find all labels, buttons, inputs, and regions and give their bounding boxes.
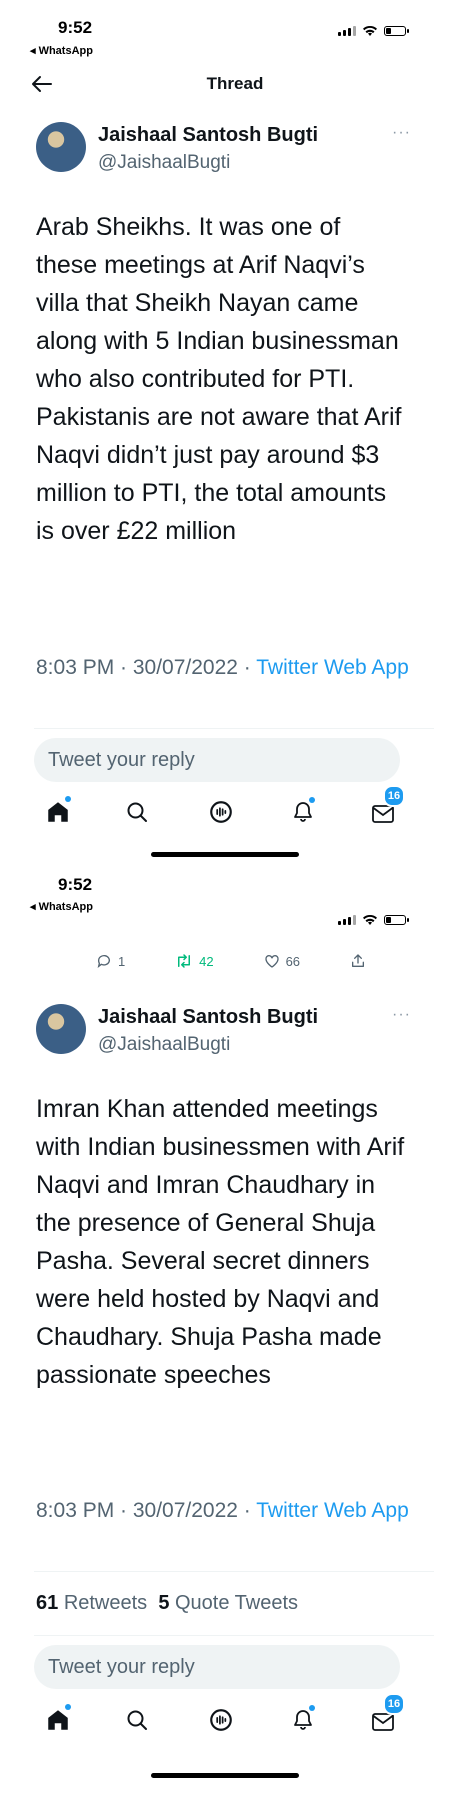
tweet-meta: 8:03 PM · 30/07/2022 · Twitter Web App — [36, 1496, 416, 1526]
tweet-meta: 8:03 PM · 30/07/2022 · Twitter Web App — [36, 653, 416, 683]
home-icon[interactable] — [43, 796, 73, 827]
reply-count: 1 — [118, 953, 126, 969]
notifications-dot — [309, 1705, 315, 1711]
author-handle[interactable]: @JaishaalBugti — [98, 152, 230, 174]
spaces-icon[interactable] — [206, 1705, 236, 1735]
reply-input[interactable]: Tweet your reply — [34, 738, 400, 782]
bottom-nav: 16 — [0, 1693, 470, 1743]
tweet-stats: 61 Retweets 5 Quote Tweets — [36, 1592, 298, 1615]
battery-icon — [384, 915, 409, 925]
retweets-count: 61 — [36, 1592, 59, 1614]
status-icons — [338, 914, 409, 926]
author-name[interactable]: Jaishaal Santosh Bugti — [98, 1006, 318, 1029]
messages-badge: 16 — [383, 785, 405, 807]
home-notification-dot — [65, 1704, 71, 1710]
page-title: Thread — [206, 74, 264, 93]
divider — [34, 1635, 434, 1636]
like-icon — [264, 955, 279, 968]
quote-tweets-count: 5 — [158, 1592, 170, 1614]
home-indicator — [151, 852, 299, 857]
retweets-stat[interactable]: 61 Retweets — [36, 1592, 147, 1614]
retweets-label: Retweets — [63, 1592, 148, 1614]
retweet-action[interactable]: 42 — [175, 953, 214, 969]
avatar[interactable] — [36, 122, 86, 172]
back-to-whatsapp[interactable]: ◂ WhatsApp — [30, 900, 93, 913]
share-icon — [351, 954, 364, 967]
retweet-icon — [178, 954, 191, 968]
divider — [34, 728, 434, 729]
tweet-text: Imran Khan attended meetings with Indian… — [36, 1095, 405, 1389]
previous-tweet-actions: 1 42 66 — [96, 953, 366, 969]
messages-badge: 16 — [383, 1693, 405, 1715]
avatar[interactable] — [36, 1004, 86, 1054]
more-icon[interactable]: ··· — [392, 1006, 411, 1024]
cellular-signal-icon — [338, 26, 356, 36]
tweet-source[interactable]: Twitter Web App — [256, 656, 409, 679]
reply-input[interactable]: Tweet your reply — [34, 1645, 400, 1689]
home-indicator — [151, 1773, 299, 1778]
wifi-icon — [363, 914, 377, 925]
status-icons — [338, 25, 409, 37]
reply-action[interactable]: 1 — [96, 953, 125, 969]
notifications-dot — [309, 797, 315, 803]
search-icon[interactable] — [122, 797, 152, 827]
search-icon[interactable] — [122, 1705, 152, 1735]
reply-icon — [97, 955, 110, 968]
author-handle[interactable]: @JaishaalBugti — [98, 1034, 230, 1056]
spaces-icon[interactable] — [206, 797, 236, 827]
tweet-text: Arab Sheikhs. It was one of these meetin… — [36, 213, 402, 545]
quote-tweets-stat[interactable]: 5 Quote Tweets — [158, 1592, 298, 1614]
author-name[interactable]: Jaishaal Santosh Bugti — [98, 124, 318, 147]
like-count: 66 — [285, 953, 301, 969]
tweet-timestamp: 8:03 PM · 30/07/2022 · — [36, 656, 257, 679]
tweet-source[interactable]: Twitter Web App — [256, 1499, 409, 1522]
retweet-count: 42 — [199, 953, 214, 969]
status-time: 9:52 — [58, 875, 93, 894]
back-to-whatsapp[interactable]: ◂ WhatsApp — [30, 44, 93, 57]
battery-icon — [384, 26, 409, 36]
notifications-icon[interactable] — [288, 797, 318, 827]
wifi-icon — [363, 25, 377, 36]
bottom-nav: 16 — [0, 785, 470, 835]
quote-tweets-label: Quote Tweets — [175, 1592, 299, 1614]
cellular-signal-icon — [338, 915, 356, 925]
home-icon[interactable] — [43, 1704, 73, 1735]
divider — [34, 1571, 434, 1572]
tweet-timestamp: 8:03 PM · 30/07/2022 · — [36, 1499, 257, 1522]
status-time: 9:52 — [58, 18, 93, 37]
home-notification-dot — [65, 796, 71, 802]
more-icon[interactable]: ··· — [392, 124, 411, 142]
share-action[interactable] — [350, 953, 366, 969]
like-action[interactable]: 66 — [264, 953, 300, 969]
notifications-icon[interactable] — [288, 1705, 318, 1735]
